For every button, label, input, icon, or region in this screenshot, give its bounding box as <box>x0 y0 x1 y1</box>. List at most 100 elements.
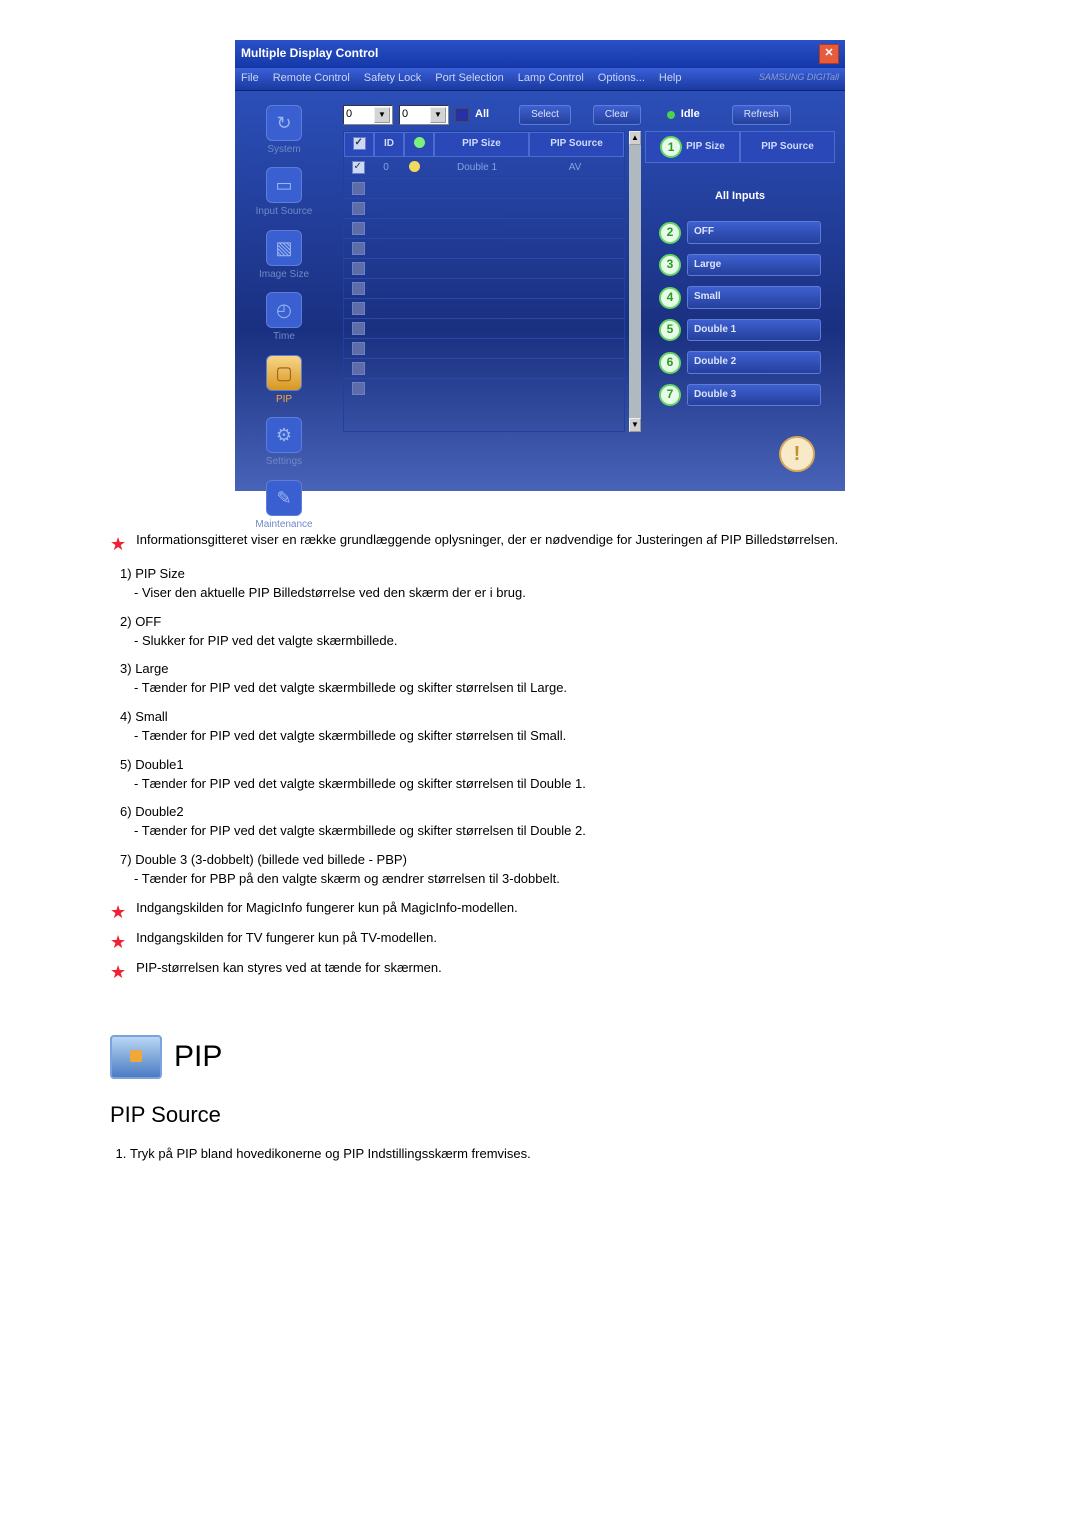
list-item: 7) Double 3 (3-dobbelt) (billede ved bil… <box>120 851 970 889</box>
select-button[interactable]: Select <box>519 105 571 126</box>
table-row <box>344 178 624 198</box>
star-note: PIP-størrelsen kan styres ved at tænde f… <box>136 959 442 978</box>
menu-bar: File Remote Control Safety Lock Port Sel… <box>235 68 845 91</box>
pip-source-heading: PIP Source <box>110 1099 970 1131</box>
table-row <box>344 238 624 258</box>
table-row <box>344 198 624 218</box>
numbered-list: 1) PIP Size- Viser den aktuelle PIP Bill… <box>110 565 970 889</box>
header-check-icon[interactable] <box>353 137 366 150</box>
list-item: 4) Small- Tænder for PIP ved det valgte … <box>120 708 970 746</box>
list-item: 6) Double2- Tænder for PIP ved det valgt… <box>120 803 970 841</box>
refresh-button[interactable]: Refresh <box>732 105 791 126</box>
intro-text: Informationsgitteret viser en række grun… <box>136 531 838 550</box>
scroll-down-icon[interactable]: ▼ <box>629 418 641 432</box>
chevron-down-icon: ▼ <box>374 107 390 123</box>
large-button[interactable]: Large <box>687 254 821 277</box>
callout-3: 3 <box>659 254 681 276</box>
row-status-icon <box>409 161 420 172</box>
menu-lamp[interactable]: Lamp Control <box>518 71 584 87</box>
star-note: Indgangskilden for MagicInfo fungerer ku… <box>136 899 518 918</box>
brand-label: SAMSUNG DIGITall <box>759 71 839 87</box>
callout-2: 2 <box>659 222 681 244</box>
input-source-icon: ▭ <box>266 167 302 203</box>
time-icon: ◴ <box>266 292 302 328</box>
list-item: 5) Double1- Tænder for PIP ved det valgt… <box>120 756 970 794</box>
row-check-icon[interactable] <box>352 161 365 174</box>
idle-label: Idle <box>681 107 700 123</box>
table-row <box>344 278 624 298</box>
list-item: 2) OFF- Slukker for PIP ved det valgte s… <box>120 613 970 651</box>
sidebar-item-maintenance[interactable]: ✎Maintenance <box>239 480 329 533</box>
sidebar-item-pip[interactable]: ▢PIP <box>239 355 329 408</box>
status-icon <box>414 137 425 148</box>
tab-pip-size[interactable]: 1PIP Size <box>645 131 740 163</box>
pip-section-icon <box>110 1035 162 1079</box>
menu-help[interactable]: Help <box>659 71 682 87</box>
sidebar-item-image-size[interactable]: ▧Image Size <box>239 230 329 283</box>
pip-icon: ▢ <box>266 355 302 391</box>
table-row <box>344 358 624 378</box>
table-row <box>344 218 624 238</box>
right-body: All Inputs 2OFF 3Large 4Small 5Double 1 … <box>645 163 835 432</box>
info-grid: ID PIP Size PIP Source 0 Double 1 AV <box>343 131 625 432</box>
star-icon: ★ <box>110 899 126 925</box>
star-icon: ★ <box>110 959 126 985</box>
select-1[interactable]: 0▼ <box>343 105 393 125</box>
star-note: Indgangskilden for TV fungerer kun på TV… <box>136 929 437 948</box>
system-icon: ↻ <box>266 105 302 141</box>
star-icon: ★ <box>110 531 126 557</box>
app-window: Multiple Display Control ✕ File Remote C… <box>235 40 845 491</box>
all-label: All <box>475 107 489 123</box>
settings-icon: ⚙ <box>266 417 302 453</box>
callout-4: 4 <box>659 287 681 309</box>
callout-6: 6 <box>659 352 681 374</box>
tab-pip-source[interactable]: PIP Source <box>740 131 835 163</box>
scroll-up-icon[interactable]: ▲ <box>629 131 641 145</box>
menu-remote[interactable]: Remote Control <box>273 71 350 87</box>
close-icon[interactable]: ✕ <box>819 44 839 64</box>
table-row <box>344 298 624 318</box>
menu-file[interactable]: File <box>241 71 259 87</box>
grid-header: ID PIP Size PIP Source <box>344 132 624 157</box>
clear-button[interactable]: Clear <box>593 105 641 126</box>
sidebar-item-settings[interactable]: ⚙Settings <box>239 417 329 470</box>
select-2[interactable]: 0▼ <box>399 105 449 125</box>
title-bar: Multiple Display Control ✕ <box>235 40 845 68</box>
list-item: 3) Large- Tænder for PIP ved det valgte … <box>120 660 970 698</box>
list-item: Tryk på PIP bland hovedikonerne og PIP I… <box>130 1145 970 1164</box>
maintenance-icon: ✎ <box>266 480 302 516</box>
warning-icon: ! <box>779 436 815 472</box>
double3-button[interactable]: Double 3 <box>687 384 821 407</box>
table-row <box>344 378 624 398</box>
star-icon: ★ <box>110 929 126 955</box>
sidebar-item-input-source[interactable]: ▭Input Source <box>239 167 329 220</box>
small-button[interactable]: Small <box>687 286 821 309</box>
menu-port[interactable]: Port Selection <box>435 71 503 87</box>
pip-source-steps: Tryk på PIP bland hovedikonerne og PIP I… <box>110 1145 970 1164</box>
sidebar-item-system[interactable]: ↻System <box>239 105 329 158</box>
sidebar-item-time[interactable]: ◴Time <box>239 292 329 345</box>
double1-button[interactable]: Double 1 <box>687 319 821 342</box>
menu-options[interactable]: Options... <box>598 71 645 87</box>
toolbar: 0▼ 0▼ All Select Clear Idle Refresh <box>343 105 835 126</box>
panels: ID PIP Size PIP Source 0 Double 1 AV <box>343 131 835 432</box>
menu-safety[interactable]: Safety Lock <box>364 71 421 87</box>
notes-section: ★ Informationsgitteret viser en række gru… <box>110 531 970 985</box>
callout-7: 7 <box>659 384 681 406</box>
sidebar: ↻System ▭Input Source ▧Image Size ◴Time … <box>235 91 333 491</box>
all-inputs-label: All Inputs <box>715 189 765 205</box>
callout-1: 1 <box>660 136 682 158</box>
status-dot <box>667 111 675 119</box>
off-button[interactable]: OFF <box>687 221 821 244</box>
grid-scrollbar[interactable]: ▲ ▼ <box>629 131 641 432</box>
content-area: ↻System ▭Input Source ▧Image Size ◴Time … <box>235 91 845 491</box>
footer: ! <box>343 432 835 477</box>
table-row <box>344 258 624 278</box>
pip-section: PIP PIP Source Tryk på PIP bland hovedik… <box>110 1035 970 1164</box>
right-panel: 1PIP Size PIP Source All Inputs 2 OFF 3 La… <box>645 131 835 432</box>
all-checkbox[interactable] <box>455 108 469 122</box>
window-title: Multiple Display Control <box>241 45 378 62</box>
double2-button[interactable]: Double 2 <box>687 351 821 374</box>
table-row[interactable]: 0 Double 1 AV <box>344 157 624 179</box>
callout-5: 5 <box>659 319 681 341</box>
